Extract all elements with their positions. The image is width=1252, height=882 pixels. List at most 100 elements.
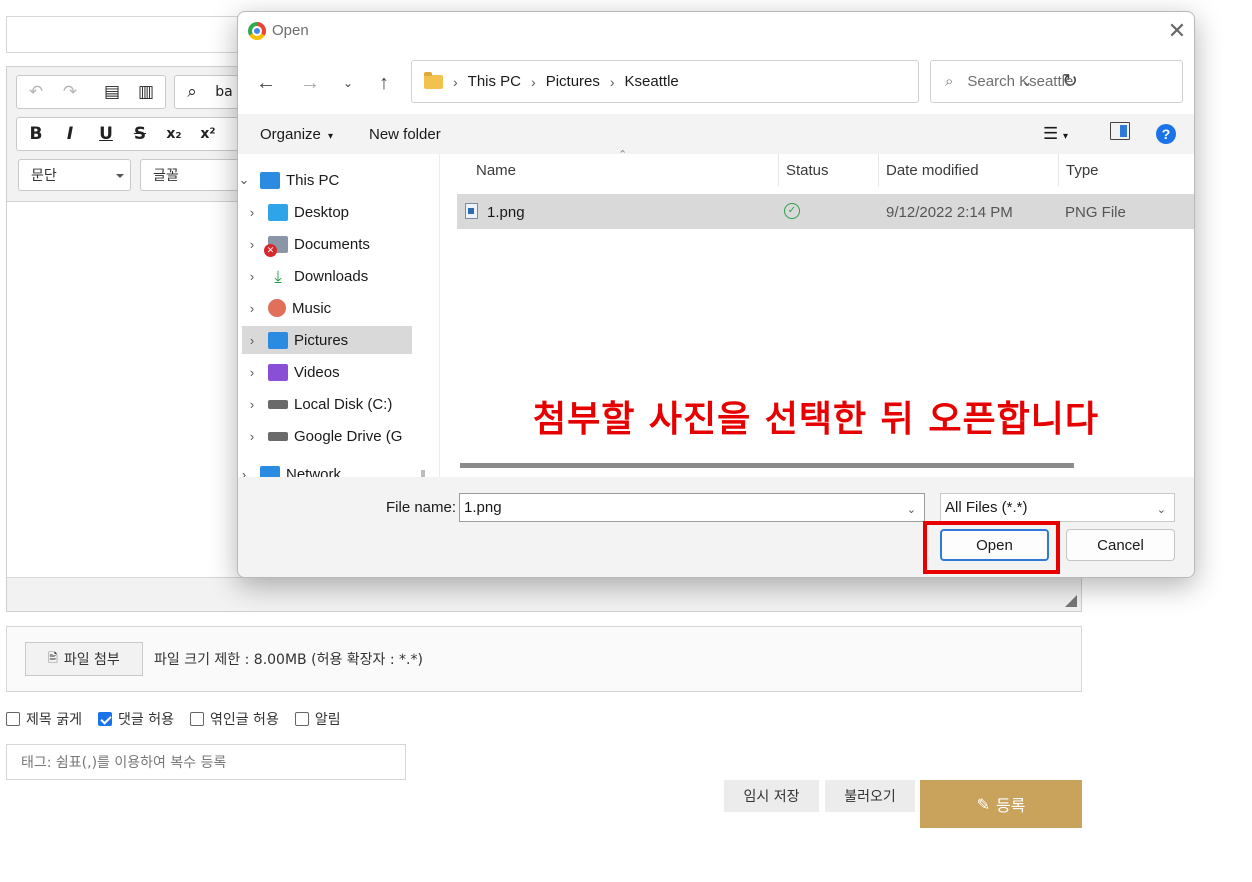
nav-item-downloads[interactable]: › ⤓ Downloads [242, 262, 412, 290]
cancel-button[interactable]: Cancel [1066, 529, 1175, 561]
nav-label: Google Drive (G [294, 427, 403, 445]
back-arrow-icon[interactable]: ← [252, 70, 280, 96]
nav-item-pictures[interactable]: › Pictures [242, 326, 412, 354]
strikethrough-icon[interactable]: S [125, 120, 155, 148]
option-allow-comments[interactable]: 댓글 허용 [97, 709, 174, 729]
checkbox[interactable] [6, 712, 20, 726]
nav-item-network[interactable]: › Network [238, 460, 404, 477]
drive-icon [268, 431, 288, 441]
help-icon[interactable]: ? [1156, 124, 1176, 144]
checkbox[interactable] [189, 712, 204, 726]
file-row[interactable]: 1.png ✓ 9/12/2022 2:14 PM PNG File [457, 194, 1194, 229]
option-label: 엮인글 허용 [209, 712, 279, 728]
superscript-icon[interactable]: x² [193, 120, 223, 148]
checkbox[interactable] [97, 712, 112, 726]
videos-icon [268, 363, 288, 381]
column-status[interactable]: Status [786, 162, 829, 179]
undo-icon[interactable]: ↶ [21, 78, 51, 106]
italic-icon[interactable]: I [55, 120, 85, 148]
resize-handle-icon[interactable] [1065, 595, 1077, 607]
chevron-right-icon: › [249, 396, 255, 412]
file-name-input[interactable]: 1.png ⌄ [459, 493, 925, 522]
underline-icon[interactable]: U [91, 120, 121, 148]
file-type-filter[interactable]: All Files (*.*) ⌄ [940, 493, 1175, 522]
nav-label: Documents [294, 235, 370, 253]
file-type: PNG File [1065, 204, 1126, 221]
column-name[interactable]: Name [476, 162, 516, 179]
option-label: 댓글 허용 [117, 712, 174, 728]
paste-word-icon[interactable]: ▥ [131, 78, 161, 106]
attachment-limit-text: 파일 크기 제한 : 8.00MB (허용 확장자 : *.*) [154, 652, 423, 668]
search-icon[interactable]: ⌕ [177, 78, 207, 106]
subscript-icon[interactable]: x₂ [159, 120, 189, 148]
nav-item-videos[interactable]: › Videos [242, 358, 412, 386]
breadcrumb-pictures[interactable]: Pictures [546, 73, 600, 90]
option-bold-title[interactable]: 제목 굵게 [6, 709, 82, 729]
option-allow-trackback[interactable]: 엮인글 허용 [189, 709, 279, 729]
view-options-icon[interactable]: ☰ ▾ [1043, 124, 1068, 144]
file-name-value: 1.png [464, 499, 502, 516]
search-icon: ⌕ [945, 73, 954, 90]
nav-item-google-drive[interactable]: › Google Drive (G [242, 422, 422, 450]
nav-item-local-disk[interactable]: › Local Disk (C:) [242, 390, 412, 418]
post-title-input[interactable] [6, 16, 246, 53]
column-divider[interactable] [1058, 154, 1059, 186]
nav-item-desktop[interactable]: › Desktop [242, 198, 412, 226]
attach-file-button[interactable]: 🖹 파일 첨부 [25, 642, 143, 676]
address-bar[interactable]: › This PC › Pictures › Kseattle ⌄ ↻ [411, 60, 1078, 103]
font-select[interactable]: 글꼴 [140, 159, 250, 191]
redo-icon[interactable]: ↷ [55, 78, 85, 106]
tags-input[interactable]: 태그: 쉼표(,)를 이용하여 복수 등록 [6, 744, 406, 780]
organize-menu[interactable]: Organize ▾ [260, 126, 333, 143]
paragraph-format-value: 문단 [31, 168, 57, 184]
search-box[interactable]: ⌕ Search Kseattle [930, 60, 1183, 103]
font-value: 글꼴 [153, 168, 179, 184]
checkbox[interactable] [294, 712, 309, 726]
chevron-down-icon [116, 174, 124, 178]
nav-item-this-pc[interactable]: ⌄ This PC [238, 166, 404, 194]
temp-save-button[interactable]: 임시 저장 [724, 780, 819, 812]
preview-pane-icon[interactable] [1110, 122, 1130, 140]
chevron-right-icon: › [249, 204, 255, 220]
chevron-right-icon: › [241, 466, 247, 478]
paragraph-format-select[interactable]: 문단 [18, 159, 131, 191]
chevron-right-icon: › [249, 428, 255, 444]
sync-error-icon: ✕ [264, 243, 277, 257]
nav-label: Pictures [294, 331, 349, 349]
chevron-down-icon[interactable]: ⌄ [907, 503, 916, 516]
column-type[interactable]: Type [1066, 162, 1099, 179]
submit-button[interactable]: ✎ 등록 [920, 780, 1082, 828]
column-divider[interactable] [778, 154, 779, 186]
nav-label: Music [292, 299, 332, 317]
chevron-right-icon: › [249, 236, 255, 252]
replace-icon[interactable]: ba [209, 78, 239, 106]
option-notify[interactable]: 알림 [294, 709, 341, 729]
close-icon[interactable]: ✕ [1164, 18, 1190, 44]
desktop-icon [268, 203, 288, 221]
documents-icon: ✕ [264, 235, 288, 257]
nav-item-documents[interactable]: › ✕ Documents [242, 230, 412, 258]
sort-ascending-icon: ⌃ [618, 149, 628, 161]
new-folder-button[interactable]: New folder [369, 126, 441, 143]
navigation-scrollbar[interactable] [421, 470, 425, 477]
search-placeholder: Search Kseattle [967, 73, 1074, 90]
load-draft-button[interactable]: 불러오기 [825, 780, 915, 812]
forward-arrow-icon[interactable]: → [296, 70, 324, 96]
format-group: B I U S x₂ x² [16, 117, 246, 151]
up-arrow-icon[interactable]: ↑ [370, 70, 398, 96]
bold-icon[interactable]: B [21, 120, 51, 148]
column-divider[interactable] [878, 154, 879, 186]
recent-locations-chevron-icon[interactable]: ⌄ [334, 70, 362, 96]
image-file-icon [465, 203, 478, 219]
dialog-titlebar[interactable]: Open ✕ [238, 12, 1194, 50]
breadcrumb-this-pc[interactable]: This PC [468, 73, 521, 90]
paste-text-icon[interactable]: ▤ [97, 78, 127, 106]
breadcrumb-kseattle[interactable]: Kseattle [625, 73, 679, 90]
nav-item-music[interactable]: › Music [242, 294, 412, 322]
chevron-down-icon: ⌄ [238, 172, 250, 187]
post-options: 제목 굵게 댓글 허용 엮인글 허용 알림 [6, 709, 341, 729]
downloads-icon: ⤓ [274, 266, 282, 286]
horizontal-scrollbar[interactable] [460, 463, 1074, 468]
column-date-modified[interactable]: Date modified [886, 162, 979, 179]
pc-icon [260, 171, 280, 189]
